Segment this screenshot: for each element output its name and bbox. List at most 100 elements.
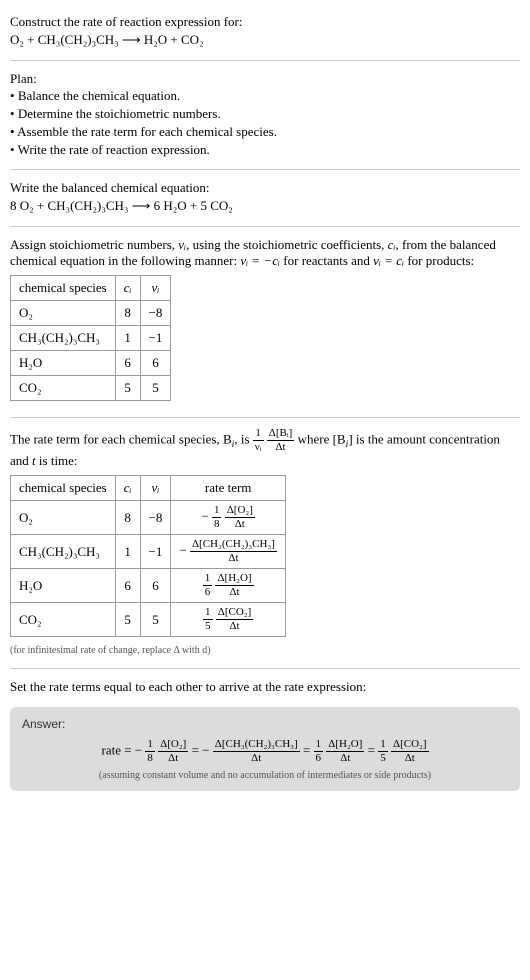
frac-conc: Δ[CH₃(CH₂)₃CH₃]Δt <box>190 539 277 564</box>
neg-sign: − <box>135 742 142 757</box>
frac-num: 1 <box>203 607 213 620</box>
frac-coef: 15 <box>378 739 388 764</box>
plan-item: Assemble the rate term for each chemical… <box>10 123 520 141</box>
assumption-note: (assuming constant volume and no accumul… <box>22 768 508 781</box>
cell-rate: 15 Δ[CO₂]Δt <box>171 603 286 637</box>
frac-coef: 16 <box>314 739 324 764</box>
cell-rate: 16 Δ[H₂O]Δt <box>171 569 286 603</box>
frac-conc: Δ[O₂]Δt <box>225 505 255 530</box>
text: The rate term for each chemical species,… <box>10 431 232 446</box>
divider <box>10 226 520 227</box>
rate-term-section: The rate term for each chemical species,… <box>10 422 520 664</box>
frac-num: Δ[CH₃(CH₂)₃CH₃] <box>190 539 277 552</box>
neg-sign: − <box>202 742 209 757</box>
col-species: chemical species <box>11 276 116 301</box>
cell-nui: 6 <box>140 351 171 376</box>
equals: = <box>192 742 203 757</box>
frac-coef: 18 <box>212 505 222 530</box>
c-i: cᵢ <box>388 237 396 252</box>
cell-ci: 1 <box>115 326 140 351</box>
frac-dBi-dt: Δ[Bᵢ] Δt <box>267 428 295 453</box>
divider <box>10 417 520 418</box>
rate-label: rate = <box>101 742 134 757</box>
cell-nui: −1 <box>140 535 171 569</box>
nui-label: νᵢ <box>152 280 160 295</box>
plan-item: Balance the chemical equation. <box>10 87 520 105</box>
cell-ci: 8 <box>115 301 140 326</box>
plan-section: Plan: Balance the chemical equation. Det… <box>10 65 520 165</box>
prompt-text: Construct the rate of reaction expressio… <box>10 14 520 30</box>
cell-species: CO₂ <box>11 376 116 401</box>
frac-den: νᵢ <box>253 441 264 453</box>
frac-den: Δt <box>190 552 277 564</box>
final-intro-section: Set the rate terms equal to each other t… <box>10 673 520 701</box>
plan-item: Write the rate of reaction expression. <box>10 141 520 159</box>
table-row: H₂O 6 6 <box>11 351 171 376</box>
cell-ci: 5 <box>115 603 140 637</box>
frac-den: Δt <box>267 441 295 453</box>
answer-label: Answer: <box>22 717 508 731</box>
divider <box>10 169 520 170</box>
frac-num: Δ[O₂] <box>158 739 188 752</box>
frac-den: 8 <box>212 518 222 530</box>
equals: = <box>303 742 314 757</box>
table-row: CO₂ 5 5 <box>11 376 171 401</box>
stoich-section: Assign stoichiometric numbers, νᵢ, using… <box>10 231 520 413</box>
frac-num: 1 <box>145 739 155 752</box>
frac-den: 5 <box>378 752 388 764</box>
cell-species: CO₂ <box>11 603 116 637</box>
rate-term-table: chemical species cᵢ νᵢ rate term O₂ 8 −8… <box>10 475 286 637</box>
text: is time: <box>36 453 78 468</box>
rate-term-intro: The rate term for each chemical species,… <box>10 428 520 469</box>
cell-species: O₂ <box>11 501 116 535</box>
balanced-section: Write the balanced chemical equation: 8 … <box>10 174 520 222</box>
cell-ci: 8 <box>115 501 140 535</box>
cell-rate: − Δ[CH₃(CH₂)₃CH₃]Δt <box>171 535 286 569</box>
stoich-table: chemical species cᵢ νᵢ O₂ 8 −8 CH₃(CH₂)₃… <box>10 275 171 401</box>
equals: = <box>368 742 379 757</box>
nu-eq-c: νᵢ = cᵢ <box>373 253 404 268</box>
cell-nui: 6 <box>140 569 171 603</box>
frac-den: Δt <box>158 752 188 764</box>
cell-nui: −8 <box>140 301 171 326</box>
cell-species: O₂ <box>11 301 116 326</box>
frac-conc: Δ[CO₂]Δt <box>216 607 254 632</box>
balanced-title: Write the balanced chemical equation: <box>10 180 520 196</box>
cell-rate: − 18 Δ[O₂]Δt <box>171 501 286 535</box>
frac-conc: Δ[CO₂]Δt <box>391 739 429 764</box>
final-intro: Set the rate terms equal to each other t… <box>10 679 520 695</box>
frac-coef: 16 <box>203 573 213 598</box>
cell-ci: 5 <box>115 376 140 401</box>
frac-num: Δ[H₂O] <box>215 573 253 586</box>
frac-num: Δ[CO₂] <box>391 739 429 752</box>
plan-list: Balance the chemical equation. Determine… <box>10 87 520 159</box>
frac-num: 1 <box>378 739 388 752</box>
neg-sign: − <box>201 508 208 523</box>
text: Assign stoichiometric numbers, <box>10 237 178 252</box>
nu-i: νᵢ <box>178 237 186 252</box>
frac-den: 6 <box>314 752 324 764</box>
text: for products: <box>404 253 474 268</box>
cell-ci: 1 <box>115 535 140 569</box>
col-ci: cᵢ <box>115 276 140 301</box>
table-row: CH₃(CH₂)₃CH₃ 1 −1 <box>11 326 171 351</box>
table-header-row: chemical species cᵢ νᵢ rate term <box>11 476 286 501</box>
col-species: chemical species <box>11 476 116 501</box>
frac-num: Δ[O₂] <box>225 505 255 518</box>
frac-num: 1 <box>212 505 222 518</box>
frac-den: Δt <box>326 752 364 764</box>
frac-den: Δt <box>225 518 255 530</box>
cell-nui: 5 <box>140 376 171 401</box>
frac-num: Δ[H₂O] <box>326 739 364 752</box>
cell-ci: 6 <box>115 351 140 376</box>
frac-coef: 15 <box>203 607 213 632</box>
ci-label: cᵢ <box>124 280 132 295</box>
stoich-intro: Assign stoichiometric numbers, νᵢ, using… <box>10 237 520 269</box>
neg-sign: − <box>179 542 186 557</box>
text: , using the stoichiometric coefficients, <box>186 237 388 252</box>
rate-expression: rate = − 18 Δ[O₂]Δt = − Δ[CH₃(CH₂)₃CH₃]Δ… <box>22 735 508 768</box>
table-row: CO₂ 5 5 15 Δ[CO₂]Δt <box>11 603 286 637</box>
unbalanced-equation: O₂ + CH₃(CH₂)₃CH₃ ⟶ H₂O + CO₂ <box>10 30 520 50</box>
text: for reactants and <box>280 253 373 268</box>
plan-title: Plan: <box>10 71 520 87</box>
